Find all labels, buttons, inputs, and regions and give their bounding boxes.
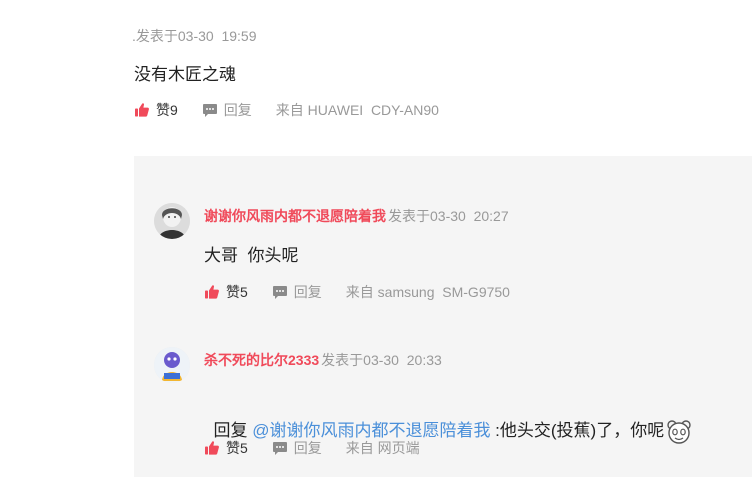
like-count: 5 <box>240 284 248 300</box>
comment-action-row: 赞9 回复 来自 HUAWEI CDY-AN90 <box>134 100 439 120</box>
reply-time: 发表于03-30 20:27 <box>388 208 509 224</box>
avatar[interactable] <box>154 347 190 383</box>
reply-action-row: 赞5 回复 来自 samsung SM-G9750 <box>204 282 510 302</box>
comment-bubble-icon <box>272 442 287 455</box>
thumbs-up-icon <box>135 103 149 117</box>
reply-label: 回复 <box>223 102 252 118</box>
like-button[interactable]: 赞5 <box>204 438 248 458</box>
reply-text: :他头交(投蕉)了，你呢 <box>490 421 665 440</box>
device-info: 来自 samsung SM-G9750 <box>345 284 510 300</box>
device-info: 来自 HUAWEI CDY-AN90 <box>275 102 439 118</box>
reply-header: 杀不死的比尔2333 发表于03-30 20:33 <box>204 350 442 370</box>
like-button[interactable]: 赞9 <box>134 100 178 120</box>
like-count: 5 <box>240 440 248 456</box>
device-info: 来自 网页端 <box>345 440 420 456</box>
avatar-woman-icon <box>154 203 190 239</box>
like-label: 赞 <box>226 284 240 300</box>
comment-text: 没有木匠之魂 <box>134 65 236 84</box>
reply-label: 回复 <box>293 284 322 300</box>
reply-header: 谢谢你风雨内都不退愿陪着我 发表于03-30 20:27 <box>204 206 509 226</box>
reply-action-row: 赞5 回复 来自 网页端 <box>204 438 420 458</box>
like-label: 赞 <box>226 440 240 456</box>
comment-bubble-icon <box>202 104 217 117</box>
avatar-cartoon-character-icon <box>154 347 190 383</box>
comment-meta: .发表于03-30 19:59 <box>132 28 257 44</box>
avatar[interactable] <box>154 203 190 239</box>
reply-button[interactable]: 回复 <box>272 438 322 458</box>
like-button[interactable]: 赞5 <box>204 282 248 302</box>
username-link[interactable]: 杀不死的比尔2333 <box>204 350 319 370</box>
like-label: 赞 <box>156 102 170 118</box>
thumbs-up-icon <box>205 285 219 299</box>
like-count: 9 <box>170 102 178 118</box>
reply-button[interactable]: 回复 <box>202 100 252 120</box>
username-link[interactable]: 谢谢你风雨内都不退愿陪着我 <box>204 206 386 226</box>
reply-button[interactable]: 回复 <box>272 282 322 302</box>
reply-text: 大哥 你头呢 <box>204 246 299 265</box>
thumbs-up-icon <box>205 441 219 455</box>
panda-face-emoji-icon <box>667 419 691 444</box>
reply-label: 回复 <box>293 440 322 456</box>
comment-bubble-icon <box>272 286 287 299</box>
reply-time: 发表于03-30 20:33 <box>321 352 442 368</box>
